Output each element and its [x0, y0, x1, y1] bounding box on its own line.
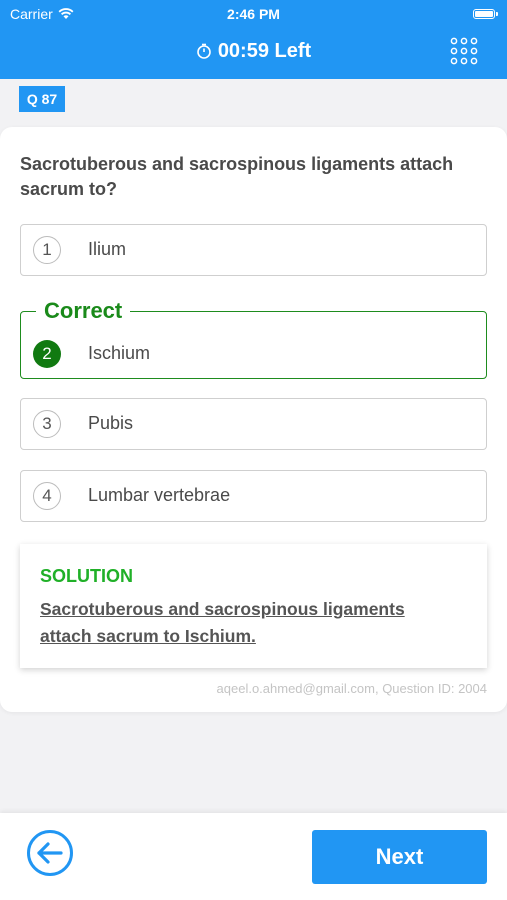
back-arrow-icon[interactable]: [26, 829, 74, 877]
status-bar: Carrier 2:46 PM: [0, 6, 507, 24]
option-number: 3: [33, 410, 61, 438]
question-id-note: aqeel.o.ahmed@gmail.com, Question ID: 20…: [216, 681, 487, 696]
status-time: 2:46 PM: [227, 6, 280, 22]
option-4[interactable]: 4 Lumbar vertebrae: [20, 470, 487, 522]
option-label: Lumbar vertebrae: [88, 485, 231, 505]
countdown-timer: 00:59 Left: [0, 40, 507, 63]
option-3[interactable]: 3 Pubis: [20, 398, 487, 450]
option-number: 2: [33, 340, 61, 368]
bottom-nav: Next: [0, 813, 507, 900]
app-header: Carrier 2:46 PM 00:59 Left: [0, 0, 507, 79]
solution-text: Sacrotuberous and sacrospinous ligaments…: [40, 599, 405, 646]
next-button[interactable]: Next: [312, 830, 487, 884]
option-label: Pubis: [88, 413, 134, 433]
solution-box: SOLUTION Sacrotuberous and sacrospinous …: [20, 544, 487, 668]
option-number: 1: [33, 236, 61, 264]
option-label: Ischium: [88, 343, 151, 363]
option-2[interactable]: Correct 2 Ischium: [20, 298, 487, 379]
stopwatch-icon: [197, 43, 211, 59]
correct-label: Correct: [36, 298, 131, 324]
solution-title: SOLUTION: [40, 566, 133, 586]
option-label: Ilium: [88, 239, 127, 259]
timer-text: 00:59 Left: [217, 40, 312, 62]
grid-icon[interactable]: [450, 37, 478, 65]
question-text: Sacrotuberous and sacrospinous ligaments…: [20, 154, 454, 199]
option-number: 4: [33, 482, 61, 510]
question-number-badge: Q 87: [19, 86, 65, 112]
option-1[interactable]: 1 Ilium: [20, 224, 487, 276]
battery-icon: [473, 9, 498, 19]
